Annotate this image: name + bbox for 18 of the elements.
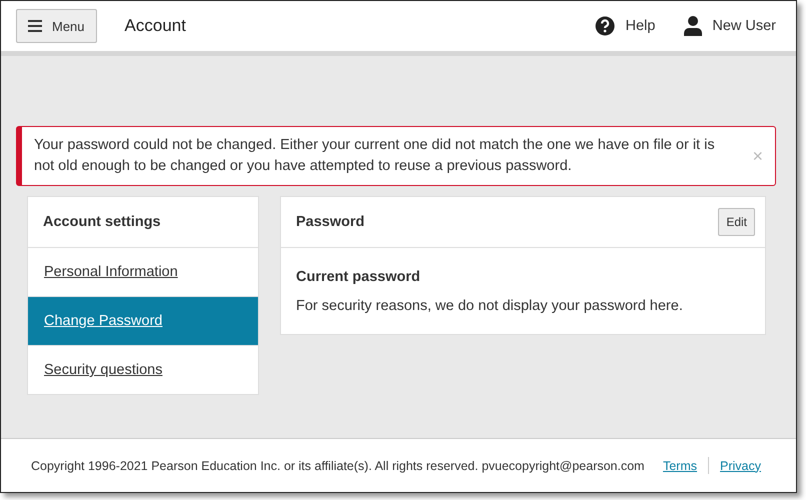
menu-button[interactable]: Menu [16,9,97,43]
menu-icon [28,20,42,32]
alert-message: Your password could not be changed. Either your current one did not match the one we have on file or it is not old enough to be changed or you have attempted to reuse a previous password. [34,136,716,176]
section-heading: Current password [296,269,422,285]
sidebar-item[interactable]: Security questions [28,346,258,394]
help-icon[interactable] [594,16,615,36]
copyright-text: Copyright 1996-2021 Pearson Education Inc. or its affiliate(s). All rights reserved. pvuecopyright@pearson.com [31,458,644,472]
user-link[interactable]: New User [712,18,776,34]
user-icon[interactable] [684,16,702,36]
footer-link[interactable]: Privacy [720,458,761,472]
page-title: Account [124,16,186,36]
footer-link[interactable]: Terms [662,458,698,472]
panel-title: Password [296,214,364,230]
help-link[interactable]: Help [626,18,656,34]
sidebar-item[interactable]: Change Password [28,297,258,346]
info-text: For security reasons, we do not display your password here. [296,298,684,314]
edit-button[interactable]: Edit [718,208,755,236]
sidebar-title: Account settings [43,214,161,230]
